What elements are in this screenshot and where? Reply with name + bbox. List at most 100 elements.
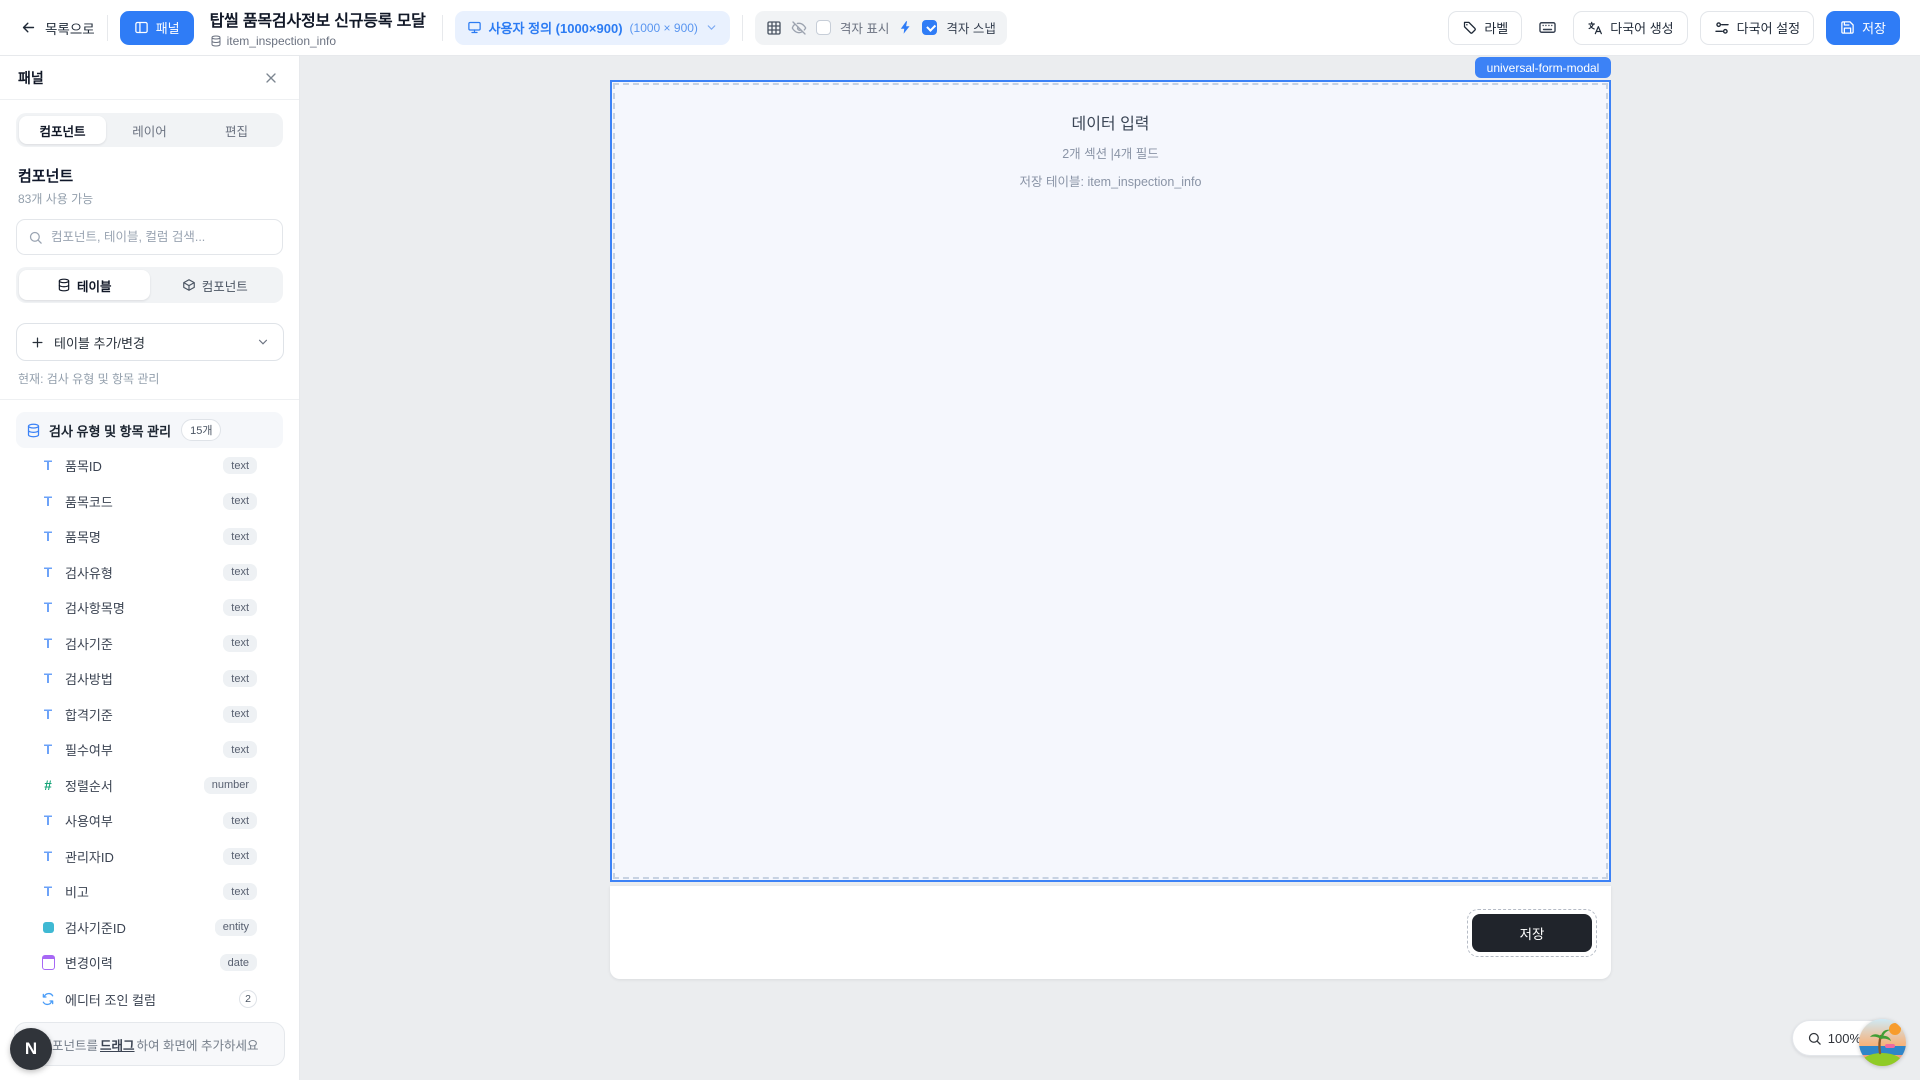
field-type-icon <box>40 813 56 829</box>
table-group-header[interactable]: 검사 유형 및 항목 관리 15개 <box>16 412 283 448</box>
translate-icon <box>1587 20 1603 36</box>
search-icon <box>28 230 43 245</box>
field-type-icon <box>40 777 56 793</box>
field-type-badge: number <box>204 777 257 794</box>
database-icon <box>57 278 71 292</box>
subtab-components[interactable]: 컴포넌트 <box>150 270 281 300</box>
field-type-icon <box>40 671 56 687</box>
field-type-icon <box>40 600 56 616</box>
field-type-badge: text <box>223 493 257 510</box>
back-button[interactable]: 목록으로 <box>20 18 95 38</box>
field-row[interactable]: 필수여부 text <box>16 732 283 768</box>
eye-off-icon[interactable] <box>791 20 807 36</box>
field-name: 검사항목명 <box>65 598 214 617</box>
field-row[interactable]: 비고 text <box>16 874 283 910</box>
chevron-down-icon <box>705 21 718 34</box>
field-type-badge: text <box>223 812 257 829</box>
components-heading: 컴포넌트 <box>18 165 281 186</box>
panel-title: 패널 <box>18 68 44 88</box>
page-title: 탑씰 품목검사정보 신규등록 모달 <box>210 7 426 31</box>
field-type-badge: text <box>223 670 257 687</box>
field-row[interactable]: 검사항목명 text <box>16 590 283 626</box>
top-toolbar: 목록으로 패널 탑씰 품목검사정보 신규등록 모달 item_inspectio… <box>0 0 1920 56</box>
close-panel-button[interactable] <box>261 68 281 88</box>
grid-show-label: 격자 표시 <box>840 18 889 37</box>
viewport-size: (1000 × 900) <box>630 21 698 35</box>
app-logo[interactable]: N <box>10 1028 52 1070</box>
plus-icon <box>30 335 45 350</box>
field-type-icon <box>40 955 56 971</box>
field-row[interactable]: 품목명 text <box>16 519 283 555</box>
field-name: 검사유형 <box>65 563 214 582</box>
field-row[interactable]: 합격기준 text <box>16 697 283 733</box>
field-type-badge: date <box>220 954 257 971</box>
subtab-tables[interactable]: 테이블 <box>19 270 150 300</box>
tab-layers[interactable]: 레이어 <box>106 116 193 144</box>
panel-layout-icon <box>134 20 149 35</box>
tab-components[interactable]: 컴포넌트 <box>19 116 106 144</box>
form-title: 데이터 입력 <box>612 110 1609 134</box>
field-row[interactable]: 변경이력 date <box>16 945 283 981</box>
field-row[interactable]: 품목코드 text <box>16 484 283 520</box>
join-columns-icon <box>40 991 56 1007</box>
panel-tab-bar: 컴포넌트 레이어 편집 <box>16 113 283 147</box>
zoom-level: 100% <box>1828 1031 1861 1046</box>
divider <box>107 15 108 41</box>
field-row[interactable]: 검사기준 text <box>16 626 283 662</box>
field-row[interactable]: 검사기준ID entity <box>16 910 283 946</box>
modal-footer[interactable]: 저장 <box>610 886 1611 979</box>
field-type-badge: text <box>223 706 257 723</box>
tab-edit[interactable]: 편집 <box>193 116 280 144</box>
i18n-generate-button[interactable]: 다국어 생성 <box>1573 11 1687 45</box>
field-row[interactable]: 정렬순서 number <box>16 768 283 804</box>
field-type-badge: text <box>223 883 257 900</box>
field-name: 에디터 조인 컬럼 <box>65 990 230 1009</box>
grid-options-group: 격자 표시 격자 스냅 <box>755 11 1007 45</box>
modal-save-button[interactable]: 저장 <box>1472 914 1592 952</box>
viewport-select[interactable]: 사용자 정의 (1000×900) (1000 × 900) <box>455 11 730 45</box>
field-row[interactable]: 검사유형 text <box>16 555 283 591</box>
panel-toggle-button[interactable]: 패널 <box>120 11 194 45</box>
field-type-icon <box>40 564 56 580</box>
island-logo[interactable] <box>1859 1019 1906 1066</box>
save-button[interactable]: 저장 <box>1826 11 1900 45</box>
join-column-row[interactable]: 에디터 조인 컬럼 2 <box>16 982 283 1018</box>
grid-show-checkbox[interactable] <box>816 20 831 35</box>
table-group-name: 검사 유형 및 항목 관리 <box>49 421 171 440</box>
search-input[interactable] <box>51 230 271 244</box>
field-name: 변경이력 <box>65 953 211 972</box>
field-row[interactable]: 관리자ID text <box>16 839 283 875</box>
divider <box>742 15 743 41</box>
left-panel: 패널 컴포넌트 레이어 편집 컴포넌트 83개 사용 가능 테이블 컴포넌트 테… <box>0 56 300 1080</box>
source-tab-bar: 테이블 컴포넌트 <box>16 267 283 303</box>
field-row[interactable]: 품목ID text <box>16 448 283 484</box>
grid-icon[interactable] <box>766 20 782 36</box>
field-name: 검사방법 <box>65 669 214 688</box>
table-group-count-badge: 15개 <box>181 419 221 441</box>
field-row[interactable]: 검사방법 text <box>16 661 283 697</box>
i18n-settings-button[interactable]: 다국어 설정 <box>1700 11 1814 45</box>
field-row[interactable]: 사용여부 text <box>16 803 283 839</box>
search-box <box>16 219 283 255</box>
form-modal[interactable]: 데이터 입력 2개 섹션 |4개 필드 저장 테이블: item_inspect… <box>610 80 1611 882</box>
field-name: 검사기준ID <box>65 918 206 937</box>
editor-canvas[interactable]: universal-form-modal 데이터 입력 2개 섹션 |4개 필드… <box>300 56 1920 1080</box>
close-icon <box>263 70 279 86</box>
keyboard-shortcuts-button[interactable] <box>1534 11 1561 45</box>
field-type-badge: entity <box>215 919 257 936</box>
package-icon <box>182 278 196 292</box>
field-name: 품목명 <box>65 527 214 546</box>
field-type-icon <box>40 529 56 545</box>
field-list: 품목ID text 품목코드 text 품목명 text 검사유형 text <box>16 448 283 981</box>
grid-snap-checkbox[interactable] <box>922 20 937 35</box>
form-table-label: 저장 테이블: item_inspection_info <box>612 171 1609 190</box>
field-type-icon <box>40 493 56 509</box>
selected-component-outline: 저장 <box>1467 909 1597 957</box>
field-type-badge: text <box>223 457 257 474</box>
save-icon <box>1840 20 1855 35</box>
add-table-button[interactable]: 테이블 추가/변경 <box>16 323 284 361</box>
table-ref: item_inspection_info <box>227 34 336 48</box>
tag-icon <box>1462 20 1477 35</box>
label-button[interactable]: 라벨 <box>1448 11 1522 45</box>
field-type-icon <box>40 884 56 900</box>
